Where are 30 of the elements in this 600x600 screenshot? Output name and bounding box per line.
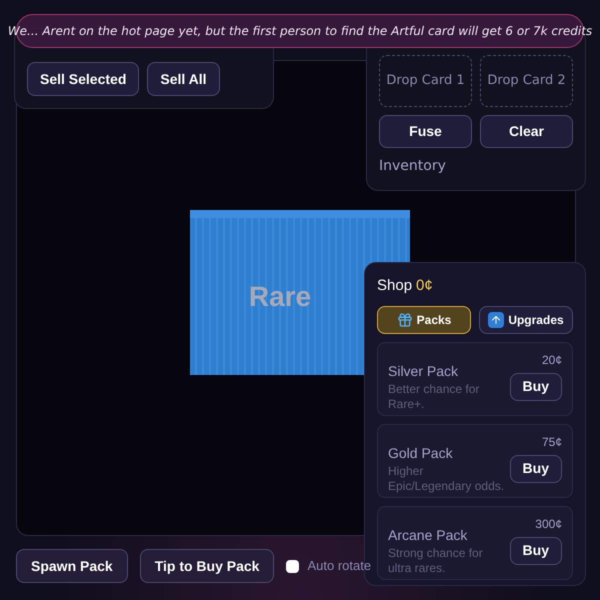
auto-rotate-checkbox[interactable] xyxy=(286,560,300,572)
auto-rotate-label: Auto rotate xyxy=(307,557,372,576)
buy-button[interactable]: Buy xyxy=(510,454,562,482)
shop-tab[interactable]: Upgrades xyxy=(479,306,573,334)
pack-description: Better chance for Rare+. xyxy=(388,382,480,412)
drop-slot[interactable]: Drop Card 2 xyxy=(480,55,573,107)
sell-button[interactable]: Sell Selected xyxy=(27,62,140,96)
buy-button[interactable]: Buy xyxy=(510,372,562,400)
pack-action-button[interactable]: Spawn Pack xyxy=(16,549,128,583)
gift-icon xyxy=(396,312,413,328)
pack-description: Strong chance for ultra rares. xyxy=(388,546,484,576)
buy-button[interactable]: Buy xyxy=(510,536,562,564)
fuse-action-button[interactable]: Clear xyxy=(480,115,573,148)
pack-label: Rare xyxy=(248,280,312,314)
pack-name: Gold Pack xyxy=(388,444,454,462)
pack-price: 20¢ xyxy=(542,352,562,368)
pack-name: Arcane Pack xyxy=(388,526,468,544)
pack-action-button[interactable]: Tip to Buy Pack xyxy=(140,549,274,583)
pack-price: 75¢ xyxy=(542,434,562,450)
shop-tab[interactable]: Packs xyxy=(377,306,471,334)
credits-amount: 0¢ xyxy=(416,276,433,296)
toast-message: We... Arent on the hot page yet, but the first person to find the Artful card will get 6 or 7k credits xyxy=(8,23,592,40)
pack-price: 300¢ xyxy=(535,516,562,532)
sell-button[interactable]: Sell All xyxy=(147,62,220,96)
pack-description: Higher Epic/Legendary odds. xyxy=(388,464,506,494)
inventory-label: Inventory xyxy=(379,157,447,176)
shop-title: Shop xyxy=(377,276,412,296)
fuse-action-button[interactable]: Fuse xyxy=(379,115,472,148)
drop-slot[interactable]: Drop Card 1 xyxy=(379,55,472,107)
pack-name: Silver Pack xyxy=(388,362,460,380)
